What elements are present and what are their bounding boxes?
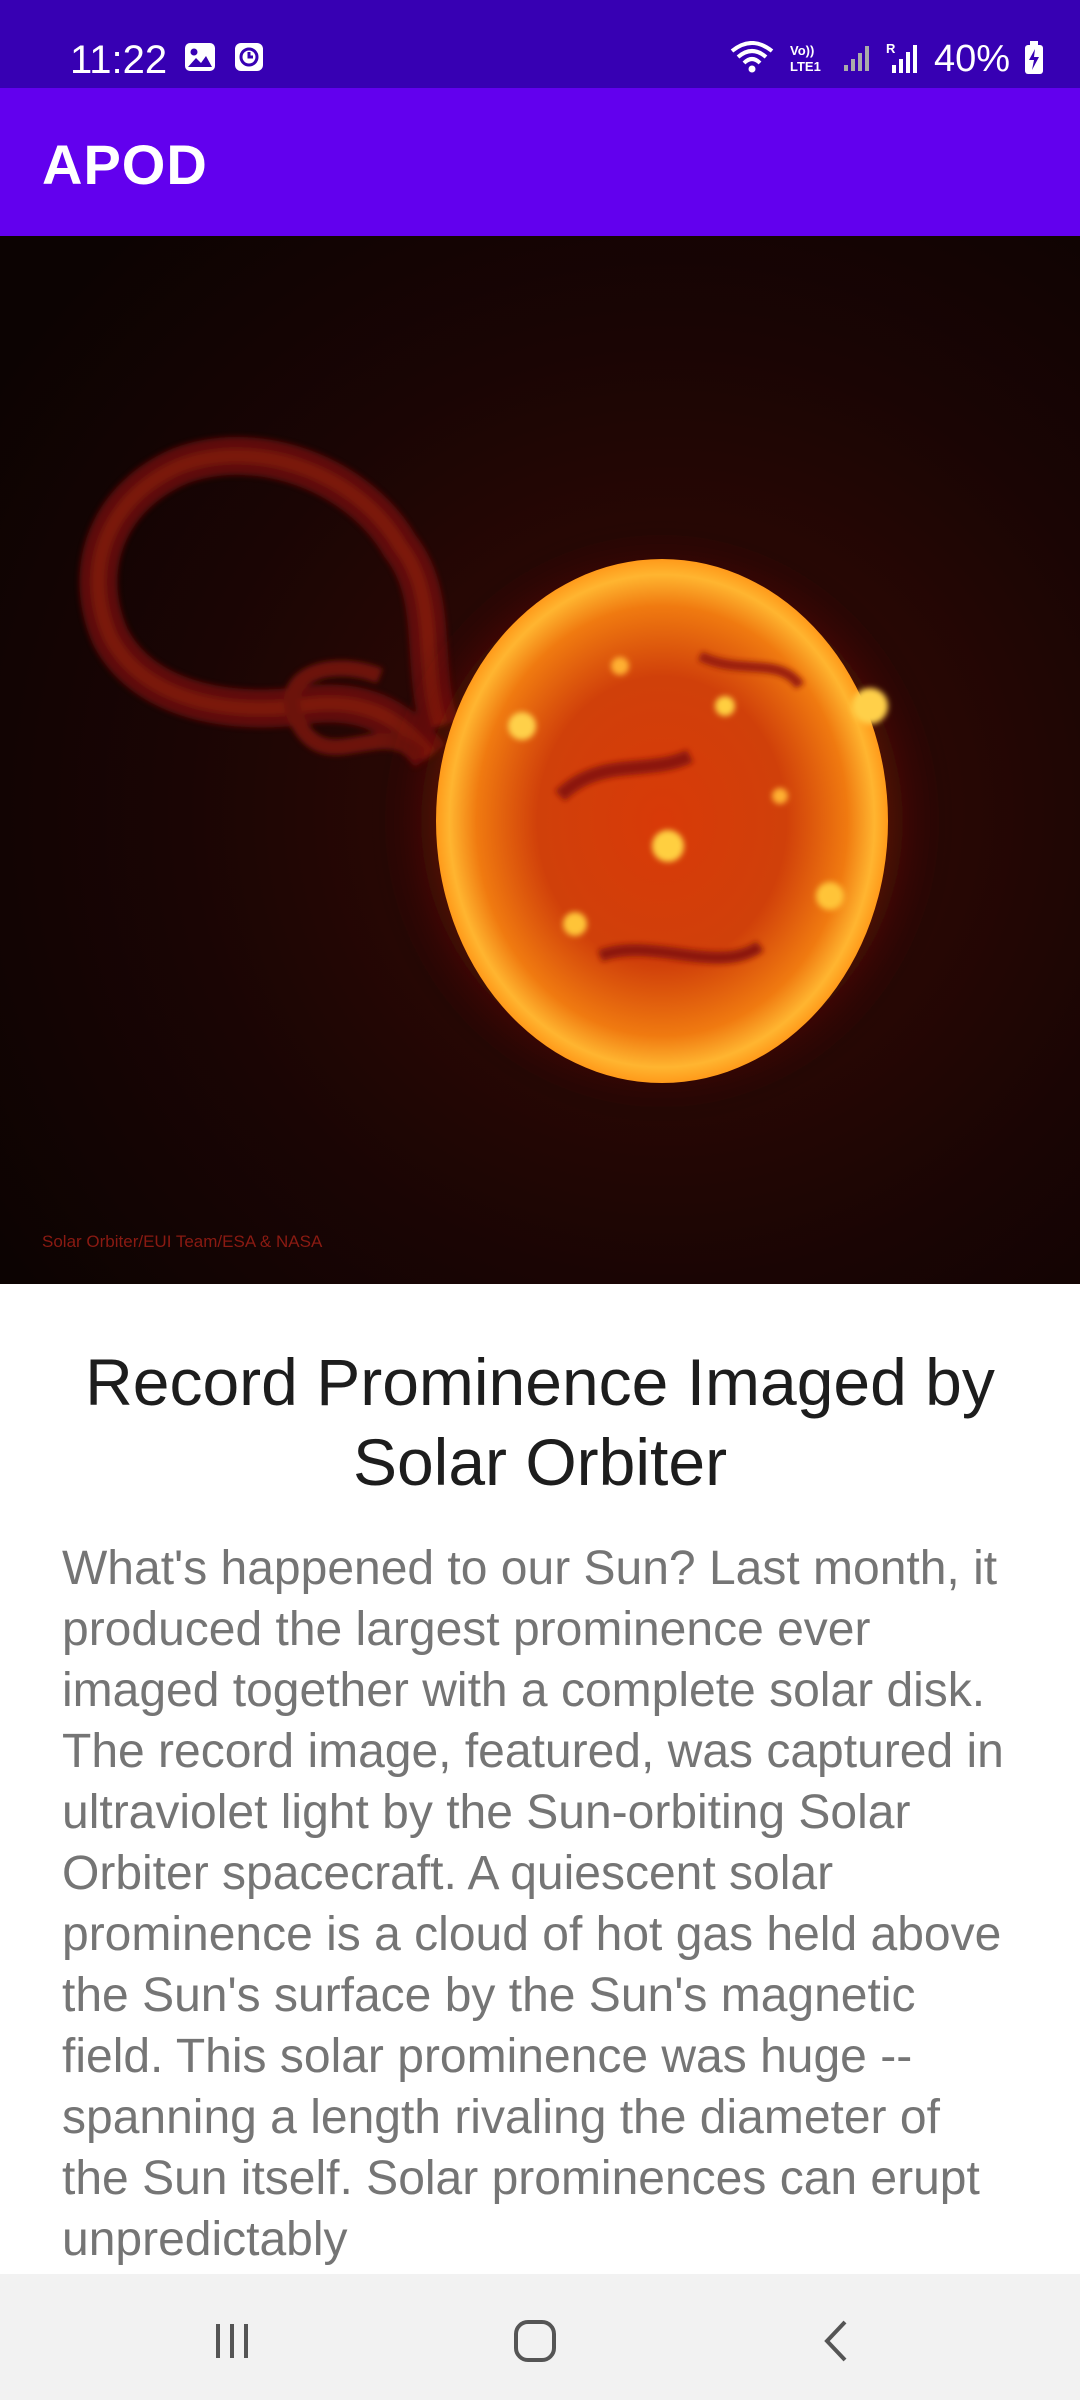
svg-text:Vo)): Vo)): [790, 43, 814, 58]
back-icon: [824, 2320, 847, 2362]
svg-text:R: R: [886, 41, 896, 56]
gallery-icon: [184, 42, 216, 76]
app-bar: APOD: [0, 88, 1080, 236]
volte-lte-icon: Vo)) LTE1: [788, 41, 828, 79]
wifi-icon: [730, 40, 774, 79]
recent-apps-icon: [216, 2324, 248, 2358]
svg-text:LTE1: LTE1: [790, 59, 821, 74]
article-explanation: What's happened to our Sun? Last month, …: [62, 1542, 1004, 2266]
back-button[interactable]: [802, 2306, 872, 2376]
battery-charging-icon: [1024, 40, 1044, 79]
image-credit: Solar Orbiter/EUI Team/ESA & NASA: [42, 1232, 323, 1251]
article-title: Record Prominence Imaged by Solar Orbite…: [85, 1345, 995, 1499]
home-button[interactable]: [500, 2306, 570, 2376]
status-bar: 11:22 Vo)) LTE1 R 40%: [0, 0, 1080, 88]
roaming-signal-icon: R: [886, 41, 920, 79]
system-icons: Vo)) LTE1 R 40%: [730, 38, 1044, 81]
app-title: APOD: [42, 133, 208, 196]
notification-icons: [184, 42, 264, 76]
sun-image-graphic: [0, 236, 1080, 1284]
sun-prominence-image[interactable]: Solar Orbiter/EUI Team/ESA & NASA: [0, 236, 1080, 1284]
signal-icon: [842, 43, 872, 77]
home-icon: [514, 2320, 556, 2362]
system-navigation-bar: [0, 2274, 1080, 2400]
article-content[interactable]: Record Prominence Imaged by Solar Orbite…: [0, 1284, 1080, 2274]
clock-icon: [234, 42, 264, 76]
status-time: 11:22: [70, 38, 168, 82]
battery-percent: 40%: [933, 38, 1010, 80]
recent-apps-button[interactable]: [198, 2306, 268, 2376]
